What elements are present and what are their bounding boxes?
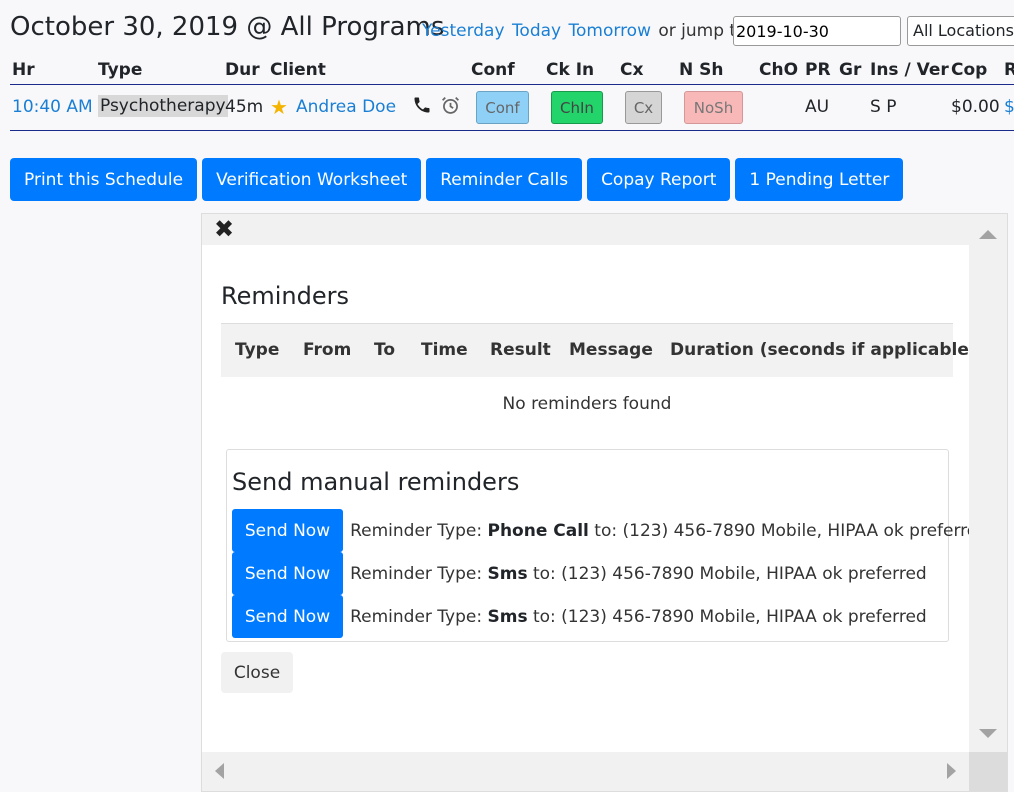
nav-today-link[interactable]: Today — [512, 21, 561, 41]
scroll-left-icon[interactable] — [215, 763, 224, 779]
send-now-button[interactable]: Send Now — [232, 595, 343, 638]
col-copay: Cop — [951, 60, 988, 80]
appointment-duration: 45m — [225, 97, 264, 117]
location-select[interactable]: All Locations — [907, 16, 1014, 46]
col-checkin: Ck In — [546, 60, 595, 80]
phone-icon[interactable] — [412, 95, 432, 120]
schedule-table: Hr Type Dur Client Conf Ck In Cx N Sh Ch… — [10, 58, 1014, 131]
reminders-modal: ✖ Reminders Type From To Time Result Mes… — [201, 213, 1008, 792]
col-ins-ver: Ins / Ver — [870, 60, 949, 80]
scroll-up-icon[interactable] — [979, 230, 997, 239]
col-hr: Hr — [12, 60, 35, 80]
cancel-button[interactable]: Cx — [625, 91, 662, 124]
scroll-down-icon[interactable] — [979, 729, 997, 738]
page-title: October 30, 2019 @ All Programs — [10, 12, 445, 42]
list-item: Send Now Reminder Type: Phone Call to: (… — [232, 509, 988, 552]
manual-reminders-title: Send manual reminders — [232, 468, 520, 496]
vertical-scrollbar[interactable] — [969, 214, 1007, 754]
col-dur: Dur — [225, 60, 260, 80]
client-name-link[interactable]: Andrea Doe — [296, 97, 396, 117]
list-item: Send Now Reminder Type: Sms to: (123) 45… — [232, 595, 927, 638]
col-client: Client — [270, 60, 326, 80]
reminders-header-row: Type From To Time Result Message Duratio… — [221, 323, 977, 377]
nav-yesterday-link[interactable]: Yesterday — [422, 21, 505, 41]
star-icon: ★ — [270, 95, 288, 119]
horizontal-scrollbar[interactable] — [202, 752, 969, 791]
appointment-type: Psychotherapy — [98, 95, 228, 117]
scroll-right-icon[interactable] — [947, 763, 956, 779]
jump-date-input[interactable] — [733, 16, 901, 46]
rem-col-message: Message — [569, 340, 653, 360]
reminder-calls-button[interactable]: Reminder Calls — [426, 158, 583, 201]
confirm-button[interactable]: Conf — [476, 91, 529, 124]
rem-col-type: Type — [235, 340, 280, 360]
pending-letter-button[interactable]: 1 Pending Letter — [735, 158, 904, 201]
date-nav: Yesterday Today Tomorrow or jump to: — [422, 21, 752, 41]
copay-value: $0.00 — [951, 97, 1000, 117]
col-cx: Cx — [620, 60, 644, 80]
col-noshow: N Sh — [679, 60, 724, 80]
alarm-clock-icon[interactable] — [440, 95, 461, 121]
r-value-link[interactable]: $ — [1004, 97, 1014, 117]
col-pr: PR — [805, 60, 831, 80]
col-conf: Conf — [471, 60, 515, 80]
manual-reminders-panel: Send manual reminders Send Now Reminder … — [226, 449, 988, 642]
print-schedule-button[interactable]: Print this Schedule — [10, 158, 198, 201]
close-icon[interactable]: ✖ — [214, 216, 234, 242]
scrollbar-corner — [969, 752, 1007, 791]
table-row: 10:40 AM Psychotherapy 45m ★ Andrea Doe … — [10, 85, 1014, 131]
reminder-description: Reminder Type: Sms to: (123) 456-7890 Mo… — [350, 563, 927, 584]
checkin-button[interactable]: ChIn — [551, 91, 603, 124]
schedule-actions: Print this Schedule Verification Workshe… — [10, 158, 904, 201]
nav-tomorrow-link[interactable]: Tomorrow — [569, 21, 651, 41]
rem-col-result: Result — [490, 340, 551, 360]
schedule-header-row: Hr Type Dur Client Conf Ck In Cx N Sh Ch… — [10, 58, 1014, 85]
col-r: R — [1004, 60, 1014, 80]
col-type: Type — [98, 60, 143, 80]
reminder-description: Reminder Type: Phone Call to: (123) 456-… — [350, 520, 989, 541]
appointment-time-link[interactable]: 10:40 AM — [12, 97, 93, 117]
send-now-button[interactable]: Send Now — [232, 509, 343, 552]
modal-topbar: ✖ — [202, 214, 969, 245]
col-checkout: ChO — [759, 60, 799, 80]
reminder-description: Reminder Type: Sms to: (123) 456-7890 Mo… — [350, 606, 927, 627]
col-gr: Gr — [839, 60, 862, 80]
send-now-button[interactable]: Send Now — [232, 552, 343, 595]
rem-col-time: Time — [421, 340, 468, 360]
rem-col-from: From — [303, 340, 352, 360]
close-button[interactable]: Close — [221, 652, 293, 693]
verification-worksheet-button[interactable]: Verification Worksheet — [202, 158, 422, 201]
rem-col-to: To — [374, 340, 396, 360]
reminders-title: Reminders — [221, 282, 349, 310]
ins-ver-value: S P — [870, 97, 897, 117]
rem-col-duration: Duration (seconds if applicable) — [670, 340, 977, 360]
reminders-table: Type From To Time Result Message Duratio… — [221, 323, 977, 429]
noshow-button[interactable]: NoSh — [684, 91, 743, 124]
pr-value: AU — [805, 97, 830, 117]
list-item: Send Now Reminder Type: Sms to: (123) 45… — [232, 552, 927, 595]
copay-report-button[interactable]: Copay Report — [587, 158, 731, 201]
page-header: October 30, 2019 @ All Programs Yesterda… — [10, 12, 1014, 48]
empty-reminders-text: No reminders found — [502, 394, 672, 414]
